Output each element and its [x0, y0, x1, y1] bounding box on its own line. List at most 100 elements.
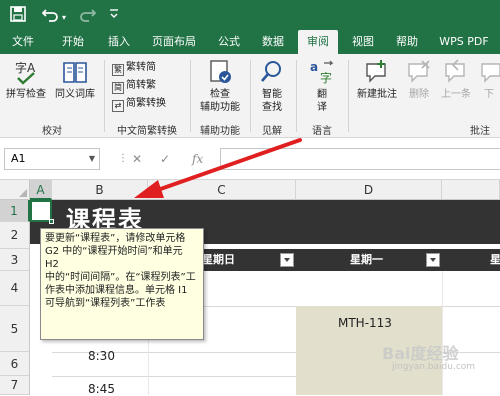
tab-insert[interactable]: 插入: [102, 30, 136, 54]
tab-home[interactable]: 开始: [56, 30, 90, 54]
spell-check-icon: 字A: [15, 60, 36, 85]
svg-text:a: a: [310, 60, 318, 74]
delete-comment-label: 删除: [409, 89, 429, 100]
translate-icon: a字: [310, 60, 334, 85]
quick-access-toolbar: ▾: [0, 0, 500, 30]
header-sunday[interactable]: 星期日: [202, 249, 235, 271]
tab-formulas[interactable]: 公式: [212, 30, 246, 54]
filter-dropdown-monday[interactable]: [426, 253, 440, 267]
tab-data[interactable]: 数据: [256, 30, 290, 54]
smart-lookup-line2: 查找: [262, 102, 282, 113]
group-chinese-label: 中文简繁转换: [117, 126, 177, 137]
comment-line: 作表中添加课程信息。单元格 I1: [45, 285, 188, 296]
ribbon: 字A 拼写检查 同义词库 校对 繁繁转简 简简转繁 ⇄ 简繁转换 中文简繁转换 检…: [0, 54, 500, 138]
traditional-to-simplified-icon: 繁: [112, 64, 124, 76]
tab-file[interactable]: 文件: [6, 30, 40, 54]
thesaurus-button[interactable]: 同义词库: [52, 58, 98, 101]
smart-lookup-button[interactable]: 智能 查找: [254, 58, 290, 114]
chevron-down-icon[interactable]: [108, 8, 120, 27]
to-traditional-label: 简转繁: [126, 80, 156, 91]
column-header-e[interactable]: [442, 180, 500, 200]
next-comment-button[interactable]: 下: [478, 58, 500, 101]
redo-icon[interactable]: [78, 6, 97, 27]
formula-input[interactable]: [220, 148, 500, 170]
search-icon: [261, 61, 281, 82]
spell-check-button[interactable]: 字A 拼写检查: [4, 58, 48, 101]
comment-line: G2 中的“课程开始时间”和单元: [45, 246, 183, 257]
new-comment-icon: [366, 60, 386, 83]
convert-icon: ⇄: [112, 100, 124, 112]
enter-button[interactable]: ✓: [160, 148, 170, 170]
more-icon: ⋮: [118, 153, 128, 164]
chinese-convert-label: 简繁转换: [126, 98, 166, 109]
tab-view[interactable]: 视图: [346, 30, 380, 54]
simplified-to-traditional-icon: 简: [112, 82, 124, 94]
previous-comment-label: 上一条: [441, 89, 471, 100]
check-accessibility-button[interactable]: 检查 辅助功能: [194, 58, 246, 114]
select-all-button[interactable]: [0, 180, 30, 200]
to-simplified-label: 繁转简: [126, 62, 156, 73]
cell-b7[interactable]: 8:45: [88, 382, 115, 396]
name-box[interactable]: A1 ▼: [4, 148, 100, 170]
group-separator: [348, 60, 349, 132]
row-header-6[interactable]: 6: [0, 352, 30, 376]
fill-handle[interactable]: [49, 219, 54, 224]
watermark-logo: Bai度经验: [382, 344, 459, 363]
tab-page-layout[interactable]: 页面布局: [148, 30, 200, 54]
select-all-triangle-icon: [19, 189, 27, 197]
undo-dropdown-icon[interactable]: ▾: [62, 9, 66, 27]
header-next-day[interactable]: 星: [490, 249, 500, 271]
cell-d5[interactable]: MTH-113: [338, 316, 392, 330]
next-comment-icon: [481, 63, 500, 83]
to-traditional-button[interactable]: 简简转繁: [112, 78, 156, 94]
formula-bar: A1 ▼ ⋮ ✕ ✓ fx: [0, 138, 500, 180]
column-header-c[interactable]: C: [148, 180, 296, 200]
group-accessibility-label: 辅助功能: [200, 126, 240, 137]
column-header-b[interactable]: B: [52, 180, 148, 200]
row-header-2[interactable]: 2: [0, 222, 30, 249]
tab-help[interactable]: 帮助: [390, 30, 424, 54]
header-monday[interactable]: 星期一: [350, 249, 383, 271]
group-proofing-label: 校对: [42, 126, 62, 137]
translate-line2: 译: [317, 102, 327, 113]
comment-line: H2: [45, 259, 59, 270]
book-icon: [63, 62, 87, 83]
group-separator: [104, 60, 105, 132]
group-insights-label: 见解: [262, 126, 282, 137]
watermark-url: jingyan.baidu.com: [392, 362, 476, 372]
thesaurus-label: 同义词库: [55, 89, 95, 100]
delete-comment-button[interactable]: 删除: [404, 58, 434, 101]
insert-function-button[interactable]: fx: [192, 148, 203, 170]
row-header-5[interactable]: 5: [0, 306, 30, 352]
save-icon[interactable]: [10, 6, 26, 27]
group-separator: [250, 60, 251, 132]
tab-review[interactable]: 审阅: [298, 30, 338, 54]
cell-b6[interactable]: 8:30: [88, 349, 115, 363]
row-header-7[interactable]: 7: [0, 376, 30, 395]
new-comment-label: 新建批注: [357, 89, 397, 100]
tab-wps-pdf[interactable]: WPS PDF: [432, 30, 496, 54]
undo-icon[interactable]: [41, 6, 60, 27]
comment-line: 要更新“课程表”，请修改单元格: [45, 233, 186, 244]
to-simplified-button[interactable]: 繁繁转简: [112, 60, 156, 76]
next-comment-label: 下: [484, 89, 494, 100]
row-header-1[interactable]: 1: [0, 200, 30, 222]
gridline: [442, 271, 443, 395]
row-header-3[interactable]: 3: [0, 249, 30, 271]
row-header-4[interactable]: 4: [0, 271, 30, 306]
check-accessibility-line1: 检查: [210, 89, 230, 100]
previous-comment-button[interactable]: 上一条: [436, 58, 476, 101]
translate-button[interactable]: a字 翻 译: [304, 58, 340, 114]
new-comment-button[interactable]: 新建批注: [352, 58, 402, 101]
accessibility-check-icon: [210, 60, 231, 83]
delete-comment-icon: [408, 60, 430, 83]
filter-dropdown-sunday[interactable]: [280, 253, 294, 267]
column-header-a[interactable]: A: [30, 180, 52, 200]
cancel-button[interactable]: ✕: [132, 148, 142, 170]
chinese-convert-button[interactable]: ⇄ 简繁转换: [112, 96, 166, 112]
chevron-down-icon[interactable]: ▼: [89, 149, 95, 169]
translate-line1: 翻: [317, 89, 327, 100]
smart-lookup-line1: 智能: [262, 89, 282, 100]
column-header-d[interactable]: D: [296, 180, 442, 200]
group-separator: [296, 60, 297, 132]
